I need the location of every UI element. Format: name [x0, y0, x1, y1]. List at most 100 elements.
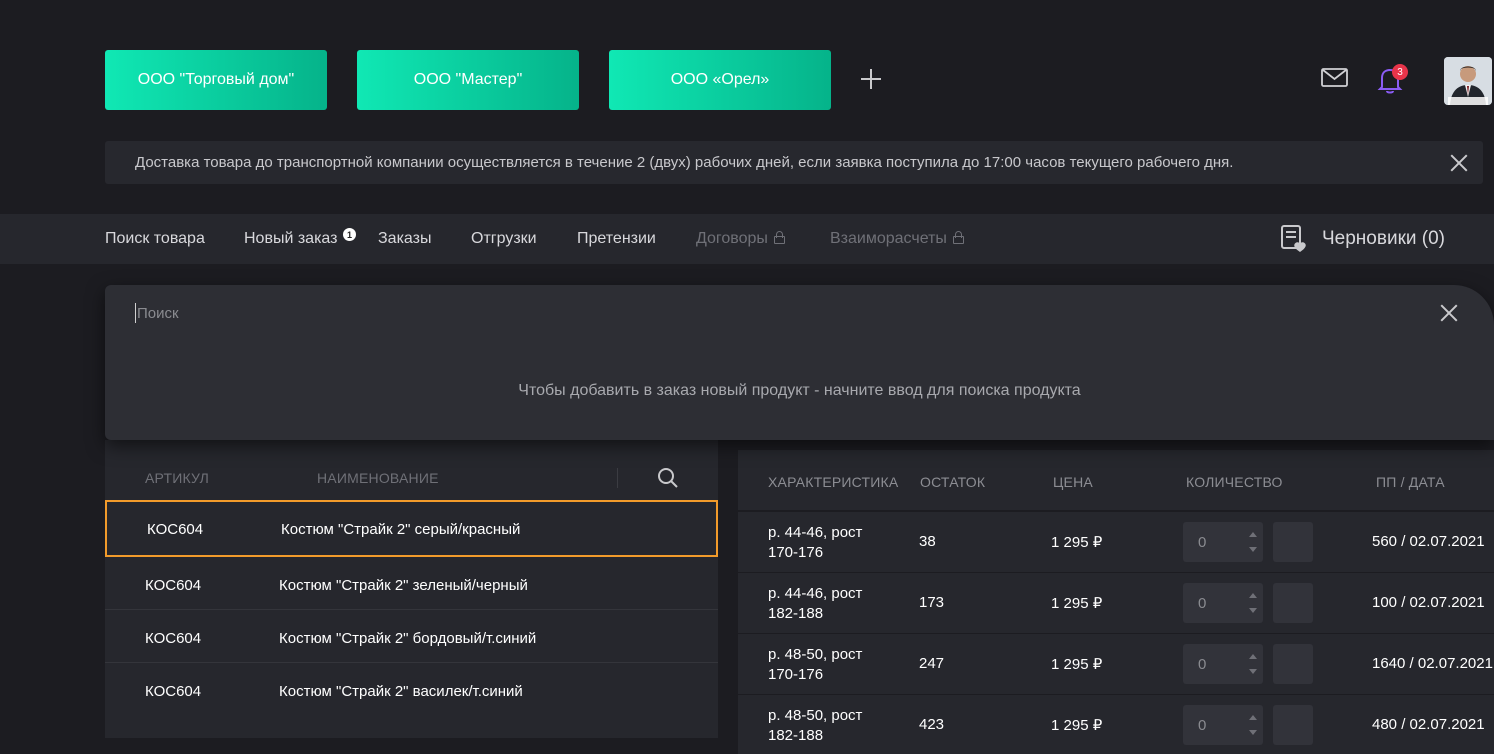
nav-item-new-order[interactable]: Новый заказ	[244, 230, 337, 248]
row-name: Костюм "Страйк 2" василек/т.синий	[279, 683, 523, 700]
row-price: 1 295 ₽	[1051, 534, 1103, 551]
quantity-value: 0	[1198, 595, 1207, 612]
row-characteristic-size: р. 48-50, рост	[768, 707, 863, 724]
add-to-order-button[interactable]	[1273, 705, 1313, 745]
row-stock: 423	[919, 716, 945, 733]
column-header-article: АРТИКУЛ	[145, 470, 209, 486]
close-icon[interactable]	[1449, 153, 1469, 173]
add-company-plus-icon[interactable]	[858, 66, 884, 92]
row-characteristic-size: р. 44-46, рост	[768, 524, 863, 541]
table-row[interactable]: КОС604 Костюм "Страйк 2" бордовый/т.сини…	[105, 610, 718, 663]
row-price: 1 295 ₽	[1051, 595, 1103, 612]
header-divider	[617, 468, 618, 488]
quantity-stepper[interactable]: 0	[1183, 583, 1263, 623]
decrement-arrow-icon[interactable]	[1249, 669, 1257, 674]
variants-table: ХАРАКТЕРИСТИКА ОСТАТОК ЦЕНА КОЛИЧЕСТВО П…	[738, 440, 1494, 754]
row-characteristic-height: 182-188	[768, 605, 824, 622]
row-price: 1 295 ₽	[1051, 656, 1103, 673]
product-search-panel: Чтобы добавить в заказ новый продукт - н…	[105, 285, 1494, 440]
quantity-stepper[interactable]: 0	[1183, 522, 1263, 562]
decrement-arrow-icon[interactable]	[1249, 730, 1257, 735]
company-tab-torgovyi-dom[interactable]: ООО "Торговый дом"	[105, 50, 327, 110]
increment-arrow-icon[interactable]	[1249, 532, 1257, 537]
row-characteristic: р. 48-50, рост 170-176	[768, 645, 898, 685]
add-to-order-button[interactable]	[1273, 522, 1313, 562]
row-article: КОС604	[147, 521, 204, 538]
quantity-stepper[interactable]: 0	[1183, 644, 1263, 684]
row-pp-date: 480 / 02.07.2021	[1372, 716, 1485, 733]
nav-item-orders[interactable]: Заказы	[378, 230, 431, 248]
nav-item-claims[interactable]: Претензии	[577, 230, 656, 248]
company-tab-orel[interactable]: ООО «Орел»	[609, 50, 831, 110]
lock-icon	[773, 231, 785, 244]
nav-item-product-search[interactable]: Поиск товара	[105, 230, 205, 248]
table-row: р. 44-46, рост 182-188 173 1 295 ₽ 0 100 …	[738, 573, 1494, 633]
product-search-input[interactable]	[135, 303, 1335, 323]
nav-item-contracts: Договоры	[696, 230, 785, 248]
search-hint: Чтобы добавить в заказ новый продукт - н…	[518, 382, 1081, 399]
drafts-label: Черновики (0)	[1322, 228, 1445, 249]
table-row[interactable]: КОС604 Костюм "Страйк 2" василек/т.синий	[105, 663, 718, 716]
row-price: 1 295 ₽	[1051, 717, 1103, 734]
table-row: р. 48-50, рост 170-176 247 1 295 ₽ 0 1640…	[738, 634, 1494, 694]
column-header-characteristic: ХАРАКТЕРИСТИКА	[768, 474, 899, 490]
row-pp-date: 1640 / 02.07.2021	[1372, 655, 1493, 672]
column-header-name: НАИМЕНОВАНИЕ	[317, 470, 439, 486]
notifications-bell-icon[interactable]: 3	[1374, 64, 1408, 96]
column-header-price: ЦЕНА	[1053, 474, 1093, 490]
row-pp-date: 100 / 02.07.2021	[1372, 594, 1485, 611]
column-header-quantity: КОЛИЧЕСТВО	[1186, 474, 1283, 490]
quantity-value: 0	[1198, 656, 1207, 673]
search-icon[interactable]	[656, 466, 680, 490]
row-name: Костюм "Страйк 2" серый/красный	[281, 521, 521, 538]
row-stock: 247	[919, 655, 945, 672]
table-row[interactable]: КОС604 Костюм "Страйк 2" серый/красный	[105, 500, 718, 557]
add-to-order-button[interactable]	[1273, 644, 1313, 684]
row-characteristic-height: 182-188	[768, 727, 824, 744]
increment-arrow-icon[interactable]	[1249, 654, 1257, 659]
mail-icon[interactable]	[1320, 66, 1350, 90]
row-characteristic-height: 170-176	[768, 666, 824, 683]
variants-table-header: ХАРАКТЕРИСТИКА ОСТАТОК ЦЕНА КОЛИЧЕСТВО П…	[738, 450, 1494, 510]
drafts-icon	[1281, 225, 1306, 252]
row-name: Костюм "Страйк 2" зеленый/черный	[279, 577, 528, 594]
row-characteristic: р. 44-46, рост 170-176	[768, 523, 898, 563]
row-characteristic-height: 170-176	[768, 544, 824, 561]
row-article: КОС604	[145, 630, 202, 647]
table-row[interactable]: КОС604 Костюм "Страйк 2" зеленый/черный	[105, 557, 718, 610]
row-characteristic: р. 48-50, рост 182-188	[768, 706, 898, 746]
row-stock: 38	[919, 533, 936, 550]
add-to-order-button[interactable]	[1273, 583, 1313, 623]
quantity-value: 0	[1198, 534, 1207, 551]
nav-item-settlements: Взаиморасчеты	[830, 230, 964, 248]
quantity-stepper[interactable]: 0	[1183, 705, 1263, 745]
delivery-notice: Доставка товара до транспортной компании…	[105, 141, 1483, 184]
main-nav: Поиск товара Новый заказ 1 Заказы Отгруз…	[0, 214, 1494, 264]
row-characteristic: р. 44-46, рост 182-188	[768, 584, 898, 624]
row-article: КОС604	[145, 577, 202, 594]
row-name: Костюм "Страйк 2" бордовый/т.синий	[279, 630, 537, 647]
decrement-arrow-icon[interactable]	[1249, 608, 1257, 613]
nav-item-contracts-label: Договоры	[696, 230, 768, 247]
close-search-icon[interactable]	[1439, 303, 1459, 323]
row-characteristic-size: р. 48-50, рост	[768, 646, 863, 663]
nav-item-shipments[interactable]: Отгрузки	[471, 230, 537, 248]
table-row: р. 48-50, рост 182-188 423 1 295 ₽ 0 480 …	[738, 695, 1494, 754]
row-stock: 173	[919, 594, 945, 611]
column-header-stock: ОСТАТОК	[920, 474, 986, 490]
user-avatar[interactable]	[1444, 57, 1492, 105]
notifications-count-badge: 3	[1392, 64, 1408, 80]
quantity-value: 0	[1198, 717, 1207, 734]
drafts-button[interactable]: Черновики (0)	[1280, 224, 1445, 254]
new-order-count-badge: 1	[343, 228, 356, 241]
table-row: р. 44-46, рост 170-176 38 1 295 ₽ 0 560 /…	[738, 512, 1494, 572]
increment-arrow-icon[interactable]	[1249, 593, 1257, 598]
decrement-arrow-icon[interactable]	[1249, 547, 1257, 552]
products-table-header: АРТИКУЛ НАИМЕНОВАНИЕ	[105, 440, 718, 500]
products-table: АРТИКУЛ НАИМЕНОВАНИЕ КОС604 Костюм "Стра…	[105, 440, 718, 738]
increment-arrow-icon[interactable]	[1249, 715, 1257, 720]
nav-item-settlements-label: Взаиморасчеты	[830, 230, 947, 247]
row-characteristic-size: р. 44-46, рост	[768, 585, 863, 602]
company-tab-master[interactable]: ООО "Мастер"	[357, 50, 579, 110]
lock-icon	[952, 231, 964, 244]
